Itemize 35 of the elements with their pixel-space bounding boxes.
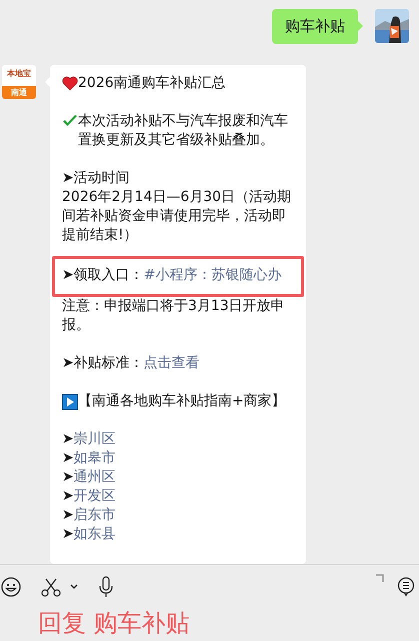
message-text: ➤补贴标准： [62, 355, 144, 371]
arrow-bullet: ➤ [62, 488, 74, 504]
link[interactable]: #小程序：苏银随心办 [144, 267, 282, 283]
arrow-bullet: ➤ [62, 526, 74, 542]
arrow-bullet: ➤ [62, 469, 74, 485]
bubble-tail-icon [358, 21, 363, 31]
district-link[interactable]: 如东县 [74, 526, 116, 542]
logo-text: 本地宝 [6, 68, 32, 80]
district-link[interactable]: 开发区 [74, 488, 116, 504]
message-text: 2026南通购车补贴汇总 [78, 75, 226, 91]
arrow-bullet: ➤ [62, 431, 74, 447]
message-text: 本次活动补贴不与汽车报废和汽车置换更新及其它省级补贴叠加。 [78, 113, 288, 148]
caret-icon[interactable] [70, 584, 78, 590]
scissors-icon[interactable] [41, 577, 61, 598]
chat-history-icon[interactable] [397, 577, 415, 598]
play-icon [62, 394, 78, 410]
arrow-bullet: ➤ [62, 450, 74, 466]
district-link[interactable]: 如皋市 [74, 450, 116, 466]
district-link[interactable]: 崇川区 [74, 431, 116, 447]
logo-city: 南通 [2, 86, 36, 99]
district-link[interactable]: 通州区 [74, 469, 116, 485]
district-link[interactable]: 启东市 [74, 507, 116, 523]
reply-caption: 回复 购车补贴 [37, 609, 191, 638]
link[interactable]: 点击查看 [144, 355, 200, 371]
check-icon [62, 114, 78, 128]
microphone-icon[interactable] [98, 576, 114, 598]
emoji-icon[interactable] [1, 577, 21, 598]
sent-message: 购车补贴 [272, 9, 358, 44]
message-text: ➤领取入口： [62, 267, 144, 283]
message-text: 【南通各地购车补贴指南+商家】 [78, 393, 286, 409]
message-text: 2026年2月14日—6月30日（活动期间若补贴资金申请使用完毕，活动即提前结束!） [62, 189, 292, 243]
arrow-bullet: ➤ [62, 507, 74, 523]
heart-icon [62, 76, 78, 91]
message-text: 注意：申报端口将于3月13日开放申报。 [62, 298, 285, 333]
message-text: ➤活动时间 [62, 170, 130, 186]
